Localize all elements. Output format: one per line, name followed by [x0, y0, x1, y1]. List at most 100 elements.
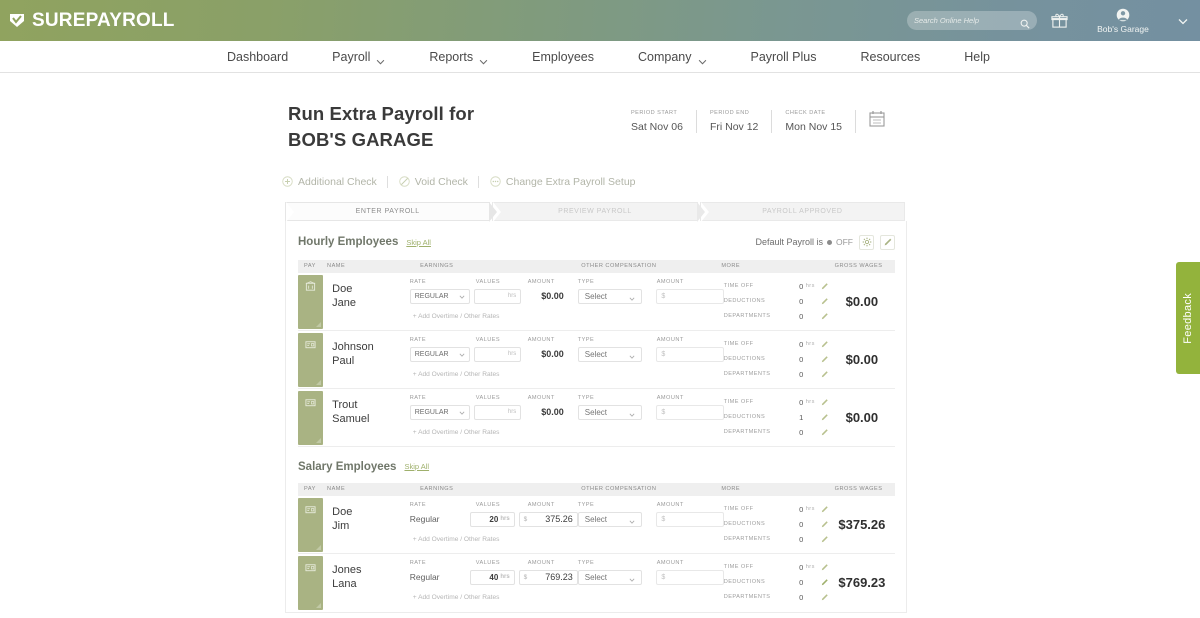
- other-amount-input[interactable]: $: [656, 404, 724, 420]
- change-extra-payroll-setup-link[interactable]: Change Extra Payroll Setup: [477, 175, 646, 188]
- nav-item-resources[interactable]: Resources: [839, 50, 943, 64]
- nav-item-employees[interactable]: Employees: [510, 50, 616, 64]
- pencil-icon[interactable]: [821, 370, 829, 378]
- pencil-icon[interactable]: [821, 428, 829, 436]
- nav-item-dashboard[interactable]: Dashboard: [205, 50, 310, 64]
- earnings-cell: RATE VALUES AMOUNT REGULAR hrs $0.00 + A…: [409, 331, 578, 388]
- earnings-fields: Regular 20 hrs $ 375.26: [409, 511, 578, 527]
- paper-check-icon[interactable]: [298, 332, 323, 387]
- earnings-cell: RATE VALUES AMOUNT REGULAR hrs $0.00 + A…: [409, 389, 578, 446]
- pencil-icon[interactable]: [821, 340, 829, 348]
- other-amount-input[interactable]: $: [656, 511, 724, 527]
- more-cell: TIME OFF 0 hrs DEDUCTIONS 0 DEPARTMENTS …: [724, 554, 829, 612]
- hours-input[interactable]: 40 hrs: [470, 569, 515, 585]
- void-check-link[interactable]: Void Check: [386, 175, 478, 188]
- departments-label: DEPARTMENTS: [723, 536, 771, 543]
- other-fields: Select $: [577, 511, 724, 527]
- pencil-icon[interactable]: [821, 282, 829, 290]
- paper-check-icon[interactable]: [298, 390, 323, 445]
- add-overtime-link[interactable]: + Add Overtime / Other Rates: [413, 594, 578, 601]
- chevron-down-icon[interactable]: [1176, 14, 1190, 28]
- rate-static-value: Regular: [409, 514, 440, 525]
- step-preview-payroll[interactable]: PREVIEW PAYROLL: [492, 201, 705, 222]
- pencil-icon[interactable]: [821, 593, 829, 601]
- time-off-line: TIME OFF 0 hrs: [724, 395, 829, 410]
- nav-item-reports[interactable]: Reports: [407, 50, 510, 64]
- label-rate: RATE: [409, 501, 427, 508]
- hours-input[interactable]: hrs: [474, 404, 522, 420]
- other-amount-input[interactable]: $: [656, 346, 724, 362]
- pay-cell[interactable]: [298, 496, 324, 553]
- search-box[interactable]: [907, 11, 1037, 30]
- other-type-select[interactable]: Select: [577, 288, 643, 304]
- pencil-icon[interactable]: [821, 355, 829, 363]
- gear-icon[interactable]: [859, 234, 874, 250]
- earnings-amount-input[interactable]: $ 769.23: [518, 569, 578, 585]
- hours-input[interactable]: hrs: [474, 346, 522, 362]
- hours-input[interactable]: 20 hrs: [470, 511, 515, 527]
- nav-item-help[interactable]: Help: [942, 50, 1012, 64]
- add-overtime-link[interactable]: + Add Overtime / Other Rates: [413, 313, 578, 320]
- time-off-line: TIME OFF 0 hrs: [724, 279, 829, 294]
- salary-skip-all-link[interactable]: Skip All: [404, 462, 429, 471]
- hours-input[interactable]: hrs: [474, 288, 522, 304]
- search-input[interactable]: [914, 16, 1020, 25]
- add-overtime-link[interactable]: + Add Overtime / Other Rates: [413, 371, 578, 378]
- employee-name: Doe Jane: [324, 273, 410, 330]
- bank-direct-deposit-icon[interactable]: [298, 274, 323, 329]
- paper-check-icon[interactable]: [298, 555, 323, 610]
- step-enter-payroll[interactable]: ENTER PAYROLL: [285, 201, 498, 222]
- earnings-amount-value: 375.26: [545, 514, 573, 525]
- hourly-skip-all-link[interactable]: Skip All: [406, 238, 431, 247]
- earnings-amount-input[interactable]: $ 375.26: [518, 511, 578, 527]
- nav-item-payroll-plus[interactable]: Payroll Plus: [729, 50, 839, 64]
- pencil-icon[interactable]: [821, 413, 829, 421]
- pencil-icon[interactable]: [880, 234, 895, 250]
- step-payroll-approved[interactable]: PAYROLL APPROVED: [699, 201, 905, 222]
- rate-select[interactable]: REGULAR: [409, 346, 471, 362]
- add-overtime-link[interactable]: + Add Overtime / Other Rates: [413, 429, 578, 436]
- pencil-icon[interactable]: [821, 578, 829, 586]
- other-type-select[interactable]: Select: [577, 404, 643, 420]
- other-amount-input[interactable]: $: [656, 288, 724, 304]
- nav-item-company[interactable]: Company: [616, 50, 729, 64]
- pencil-icon[interactable]: [821, 297, 829, 305]
- calendar-icon[interactable]: [869, 110, 885, 127]
- other-type-select[interactable]: Select: [577, 346, 643, 362]
- additional-check-link[interactable]: Additional Check: [282, 176, 387, 188]
- pencil-icon[interactable]: [821, 312, 829, 320]
- nav-item-payroll[interactable]: Payroll: [310, 50, 407, 64]
- deductions-value: 1: [799, 412, 804, 422]
- time-off-line: TIME OFF 0 hrs: [724, 560, 829, 575]
- pay-cell[interactable]: [298, 331, 324, 388]
- more-cell: TIME OFF 0 hrs DEDUCTIONS 0 DEPARTMENTS …: [724, 331, 829, 388]
- time-off-label: TIME OFF: [723, 283, 754, 290]
- other-type-select[interactable]: Select: [577, 511, 643, 527]
- table-row: Jones Lana RATE VALUES AMOUNT Regular 40…: [298, 554, 895, 612]
- salary-section-header: Salary Employees Skip All: [286, 461, 906, 473]
- check-date-label: CHECK DATE: [785, 110, 826, 116]
- pay-cell[interactable]: [298, 273, 324, 330]
- rate-select[interactable]: REGULAR: [409, 288, 471, 304]
- other-amount-input[interactable]: $: [656, 569, 724, 585]
- search-icon[interactable]: [1020, 16, 1030, 29]
- paper-check-icon[interactable]: [298, 497, 323, 552]
- label-rate: RATE: [409, 394, 427, 401]
- rate-select[interactable]: REGULAR: [409, 404, 471, 420]
- feedback-tab[interactable]: Feedback: [1176, 262, 1200, 374]
- time-off-label: TIME OFF: [723, 399, 754, 406]
- pencil-icon[interactable]: [821, 563, 829, 571]
- pay-cell[interactable]: [298, 554, 324, 612]
- pay-cell[interactable]: [298, 389, 324, 446]
- pencil-icon[interactable]: [821, 505, 829, 513]
- pencil-icon[interactable]: [821, 520, 829, 528]
- gift-icon[interactable]: [1051, 12, 1068, 29]
- pencil-icon[interactable]: [821, 398, 829, 406]
- other-type-select[interactable]: Select: [577, 569, 643, 585]
- brand-logo[interactable]: SUREPAYROLL: [0, 11, 175, 30]
- label-other-amount: AMOUNT: [656, 336, 684, 343]
- page-root: SUREPAYROLL Search Online Help Bob's Gar…: [0, 0, 1200, 618]
- user-menu[interactable]: Bob's Garage: [1084, 8, 1162, 34]
- add-overtime-link[interactable]: + Add Overtime / Other Rates: [413, 536, 578, 543]
- pencil-icon[interactable]: [821, 535, 829, 543]
